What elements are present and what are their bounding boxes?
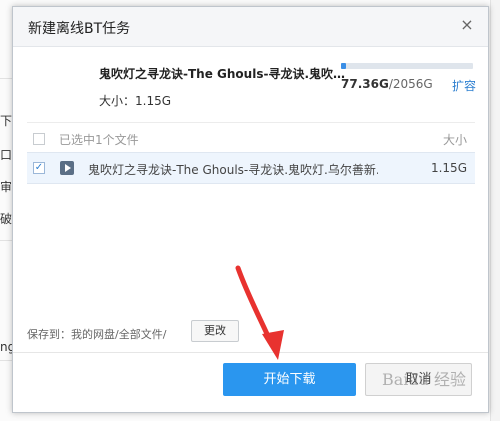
save-path: 我的网盘/全部文件/ [71, 328, 167, 341]
background-text: 口 [0, 148, 12, 162]
baidu-watermark: Baidu 经验 [382, 370, 467, 389]
close-icon[interactable]: × [458, 16, 476, 34]
storage-quota: 77.36G/2056G 扩容 [341, 63, 476, 93]
save-location-row: 保存到：我的网盘/全部文件/ 更改 [27, 320, 475, 346]
save-location: 保存到：我的网盘/全部文件/ [27, 326, 166, 342]
bt-task-dialog: 新建离线BT任务 × 鬼吹灯之寻龙诀-The Ghouls-寻龙诀.鬼吹灯...… [12, 6, 489, 413]
file-size: 1.15G [430, 161, 467, 175]
background-text: 审 [0, 180, 12, 194]
task-size: 大小：1.15G [99, 92, 349, 109]
task-size-label: 大小： [99, 94, 136, 108]
task-size-value: 1.15G [135, 94, 172, 108]
save-label: 保存到： [27, 328, 71, 341]
task-name: 鬼吹灯之寻龙诀-The Ghouls-寻龙诀.鬼吹灯.... [99, 67, 349, 81]
dialog-title: 新建离线BT任务 [28, 21, 131, 37]
change-path-button[interactable]: 更改 [191, 320, 239, 342]
select-all-checkbox[interactable] [33, 133, 45, 145]
expand-storage-link[interactable]: 扩容 [452, 77, 476, 94]
size-column-header: 大小 [442, 133, 467, 147]
dialog-header: 新建离线BT任务 × [13, 7, 488, 47]
file-checkbox[interactable]: ✓ [33, 162, 45, 174]
background-text: 下 [0, 114, 12, 128]
quota-progress-bar [341, 63, 473, 69]
footer-divider [13, 352, 488, 353]
background-text: 破 [0, 212, 12, 226]
quota-usage: 77.36G/2056G [341, 77, 433, 91]
video-file-icon [60, 161, 74, 175]
quota-total: /2056G [388, 77, 433, 91]
quota-row: 77.36G/2056G 扩容 [341, 77, 476, 93]
file-name: 鬼吹灯之寻龙诀-The Ghouls-寻龙诀.鬼吹灯.乌尔善新... [88, 163, 378, 177]
task-summary: 鬼吹灯之寻龙诀-The Ghouls-寻龙诀.鬼吹灯.... 大小：1.15G [99, 65, 349, 109]
selected-count: 已选中1个文件 [59, 133, 139, 147]
quota-used: 77.36G [341, 77, 389, 91]
start-download-button[interactable]: 开始下载 [223, 363, 356, 396]
quota-progress-fill [341, 63, 347, 69]
file-list-header: 已选中1个文件 大小 [27, 122, 475, 152]
background-scrollbar [490, 0, 500, 421]
file-row[interactable]: ✓ 鬼吹灯之寻龙诀-The Ghouls-寻龙诀.鬼吹灯.乌尔善新... 1.1… [27, 152, 475, 184]
